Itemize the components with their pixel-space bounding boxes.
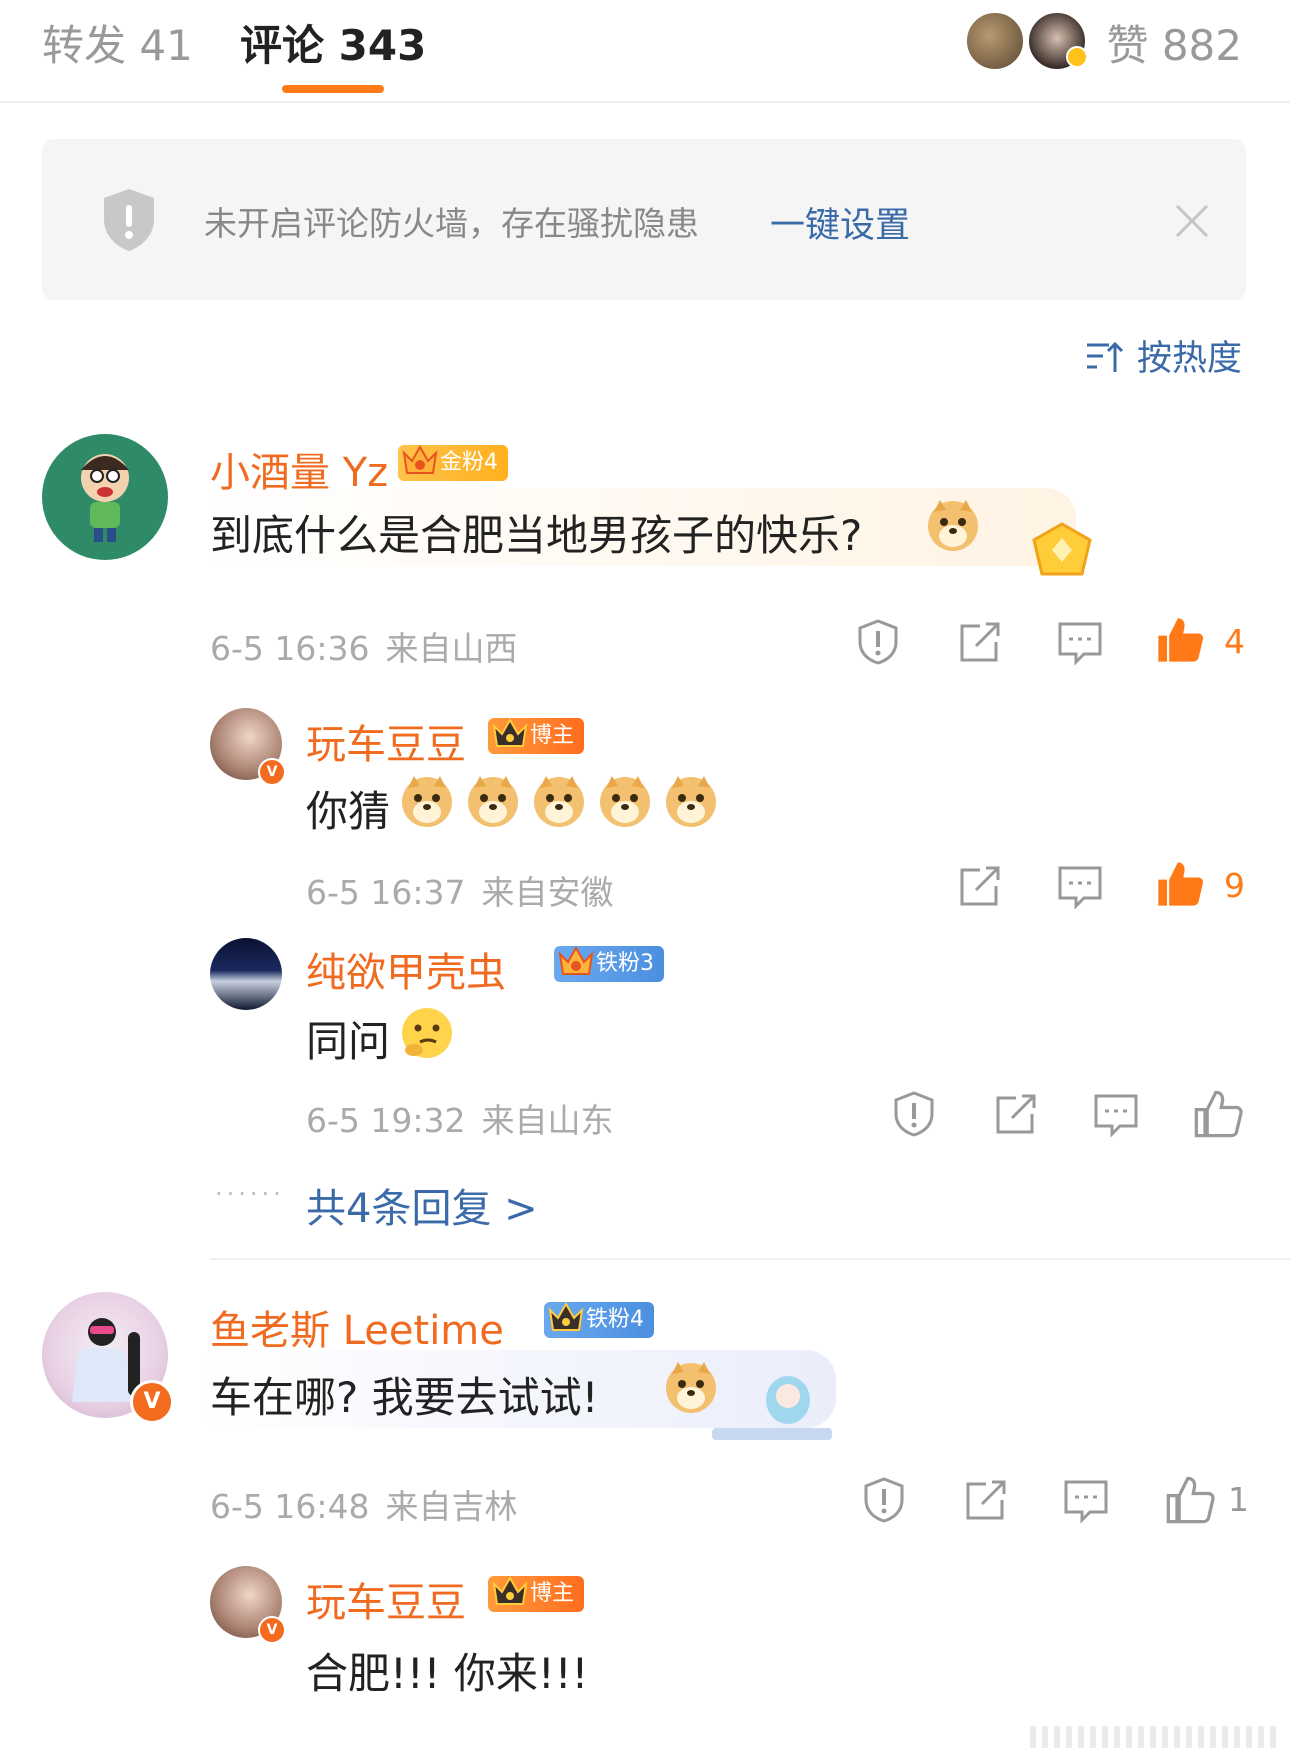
close-icon[interactable] (1174, 203, 1210, 239)
avatar[interactable] (42, 434, 168, 560)
fan-badge[interactable]: 铁粉4 (544, 1301, 654, 1338)
verified-icon: V (258, 1616, 286, 1644)
banner-message: 未开启评论防火墙，存在骚扰隐患 (204, 204, 699, 243)
badge-decoration-icon (1032, 522, 1092, 576)
anime-decoration-icon (712, 1376, 832, 1440)
like-count[interactable]: 赞 882 (1106, 12, 1242, 73)
doge-emoji-icon (666, 776, 716, 827)
more-replies-dots: ······ (215, 1180, 285, 1208)
comment-location: 来自山西 (385, 629, 518, 668)
report-icon[interactable] (890, 1090, 938, 1138)
comment-text: 同问 (306, 1017, 391, 1066)
fan-badge-label: 铁粉3 (596, 951, 654, 976)
doge-emoji-icon (928, 500, 978, 551)
doge-emoji-icon (468, 776, 518, 827)
comment-username[interactable]: 玩车豆豆 (306, 1570, 466, 1628)
doge-emoji-icon (600, 776, 650, 827)
doge-emoji-icon (402, 776, 452, 827)
comment-location: 来自安徽 (481, 873, 614, 912)
crown-icon (548, 1301, 584, 1331)
thumbs-up-icon[interactable] (1154, 858, 1206, 910)
tab-repost[interactable]: 转发 41 (42, 12, 193, 73)
scroll-indicator (1030, 1726, 1280, 1748)
avatar[interactable] (210, 938, 282, 1010)
comment-username[interactable]: 玩车豆豆 (306, 712, 466, 770)
fan-badge-label: 铁粉4 (586, 1307, 644, 1332)
comment-username[interactable]: 鱼老斯 Leetime (210, 1298, 504, 1356)
like-count[interactable]: 9 (1224, 866, 1245, 905)
active-tab-indicator (282, 85, 384, 93)
fan-badge[interactable]: 金粉4 (398, 444, 508, 481)
comment-text: 到底什么是合肥当地男孩子的快乐? (210, 511, 863, 560)
crown-icon (492, 717, 528, 747)
comment-firewall-banner: 未开启评论防火墙，存在骚扰隐患 一键设置 (42, 139, 1246, 300)
comment-time: 6-5 19:32 (306, 1101, 466, 1140)
like-count[interactable]: 1 (1228, 1480, 1249, 1519)
comment-location: 来自吉林 (385, 1487, 518, 1526)
share-icon[interactable] (956, 618, 1004, 666)
comment-text: 合肥!!! 你来!!! (306, 1649, 589, 1698)
fan-badge[interactable]: 铁粉3 (554, 945, 664, 982)
comment-icon[interactable] (1092, 1090, 1140, 1138)
one-click-setup-link[interactable]: 一键设置 (770, 197, 910, 248)
share-icon[interactable] (962, 1476, 1010, 1524)
comment-location: 来自山东 (481, 1101, 614, 1140)
sort-by-hot-button[interactable]: 按热度 (1085, 330, 1242, 381)
report-icon[interactable] (854, 618, 902, 666)
comment-meta: 6-5 16:48 来自吉林 (210, 1480, 518, 1528)
crown-icon (492, 1575, 528, 1605)
comment-time: 6-5 16:36 (210, 629, 370, 668)
comment-icon[interactable] (1056, 862, 1104, 910)
shield-icon (104, 189, 154, 251)
comment-text: 车在哪? 我要去试试! (210, 1373, 599, 1422)
verified-icon: V (130, 1380, 174, 1424)
sort-icon (1086, 341, 1124, 372)
verified-icon (1066, 46, 1088, 68)
blogger-badge[interactable]: 博主 (488, 717, 585, 754)
comment-meta: 6-5 16:37 来自安徽 (306, 866, 614, 914)
liker-avatar[interactable] (964, 10, 1026, 72)
crown-icon (558, 945, 594, 975)
doge-emoji-icon (534, 776, 584, 827)
verified-icon: V (258, 758, 286, 786)
comment-icon[interactable] (1062, 1476, 1110, 1524)
comment-meta: 6-5 19:32 来自山东 (306, 1094, 614, 1142)
thinking-emoji-icon (402, 1008, 452, 1058)
thumbs-up-icon[interactable] (1192, 1088, 1244, 1140)
fan-badge-label: 金粉4 (440, 450, 498, 475)
header-divider (0, 101, 1290, 103)
like-count[interactable]: 4 (1224, 622, 1245, 661)
comment-username[interactable]: 纯欲甲壳虫 (306, 940, 506, 998)
blogger-badge[interactable]: 博主 (488, 1575, 585, 1612)
more-replies-link[interactable]: 共4条回复 > (306, 1176, 538, 1234)
comment-icon[interactable] (1056, 618, 1104, 666)
crown-icon (402, 444, 438, 474)
thumbs-up-icon[interactable] (1164, 1474, 1216, 1526)
comment-text: 你猜 (306, 787, 391, 836)
blogger-badge-label: 博主 (530, 1581, 575, 1606)
blogger-badge-label: 博主 (530, 723, 575, 748)
comment-meta: 6-5 16:36 来自山西 (210, 622, 518, 670)
share-icon[interactable] (992, 1090, 1040, 1138)
share-icon[interactable] (956, 862, 1004, 910)
sort-label: 按热度 (1136, 339, 1242, 379)
cartoon-avatar-icon (81, 454, 129, 542)
thumbs-up-icon[interactable] (1154, 614, 1206, 666)
comment-time: 6-5 16:37 (306, 873, 466, 912)
comment-divider (210, 1258, 1290, 1260)
report-icon[interactable] (860, 1476, 908, 1524)
tab-comments[interactable]: 评论 343 (240, 12, 426, 73)
comment-time: 6-5 16:48 (210, 1487, 370, 1526)
